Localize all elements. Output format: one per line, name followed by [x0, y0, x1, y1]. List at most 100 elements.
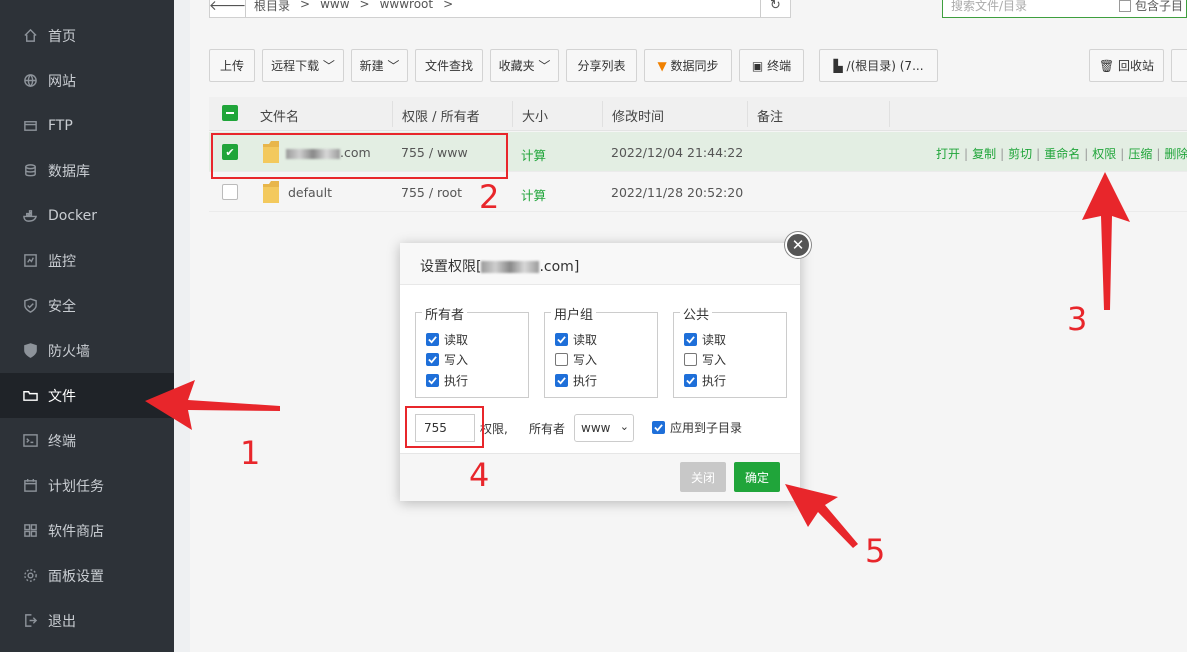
more-button[interactable]	[1171, 49, 1187, 82]
action-rename[interactable]: 重命名	[1044, 147, 1080, 161]
column-divider	[747, 101, 748, 127]
sidebar-item-database[interactable]: 数据库	[0, 148, 174, 193]
apply-subdir-label: 应用到子目录	[670, 421, 743, 435]
sidebar-item-home[interactable]: 首页	[0, 13, 174, 58]
select-all-checkbox[interactable]	[222, 105, 238, 121]
sidebar-item-docker[interactable]: Docker	[0, 193, 174, 238]
checkbox-label: 读取	[702, 333, 727, 347]
search-input[interactable]: 搜索文件/目录 包含子目	[942, 0, 1187, 18]
disk-button[interactable]: ▙ /(根目录) (7...	[819, 49, 938, 82]
owner-write-checkbox[interactable]: 写入	[426, 351, 468, 368]
recycle-bin-button[interactable]: 🗑 回收站	[1089, 49, 1164, 82]
new-button[interactable]: 新建 ﹀	[351, 49, 408, 82]
include-subdir-label: 包含子目	[1135, 0, 1184, 13]
apps-icon	[22, 523, 38, 539]
folder-icon	[22, 388, 38, 404]
remote-download-label: 远程下载	[271, 59, 320, 73]
sidebar-item-monitor[interactable]: 监控	[0, 238, 174, 283]
include-subdir-checkbox[interactable]: 包含子目	[1119, 0, 1183, 14]
back-button[interactable]: 🡐	[209, 0, 246, 17]
sidebar-item-ftp[interactable]: FTP	[0, 103, 174, 148]
file-name[interactable]: default	[288, 185, 332, 200]
dialog-close-button[interactable]: ✕	[785, 232, 811, 258]
separator: |	[1156, 147, 1161, 161]
checkbox-checked-icon	[555, 333, 568, 346]
sidebar-item-files[interactable]: 文件	[0, 373, 174, 418]
checkbox-checked-icon	[652, 421, 665, 434]
sidebar-item-settings[interactable]: 面板设置	[0, 553, 174, 598]
checkbox-label: 写入	[573, 353, 598, 367]
crumb-wwwroot[interactable]: wwwroot	[380, 0, 434, 14]
remote-download-button[interactable]: 远程下载 ﹀	[262, 49, 344, 82]
sidebar-item-firewall[interactable]: 防火墙	[0, 328, 174, 373]
file-search-button[interactable]: 文件查找	[415, 49, 483, 82]
dialog-title-suffix: .com]	[539, 259, 580, 275]
owner-read-checkbox[interactable]: 读取	[426, 331, 468, 348]
header-name[interactable]: 文件名	[260, 106, 299, 125]
owner-select[interactable]: www ⌄	[574, 414, 634, 442]
data-sync-button[interactable]: ▼ 数据同步	[644, 49, 732, 82]
group-write-checkbox[interactable]: 写入	[555, 351, 597, 368]
sidebar-item-terminal[interactable]: 终端	[0, 418, 174, 463]
close-button[interactable]: 关闭	[680, 462, 726, 492]
sidebar-item-store[interactable]: 软件商店	[0, 508, 174, 553]
header-permission[interactable]: 权限 / 所有者	[402, 106, 480, 125]
row-checkbox[interactable]	[222, 184, 238, 200]
public-exec-checkbox[interactable]: 执行	[684, 372, 726, 389]
separator: |	[964, 147, 969, 161]
permission-owner[interactable]: 755 / root	[401, 185, 462, 200]
header-note[interactable]: 备注	[757, 106, 783, 125]
owner-select-value: www	[581, 421, 611, 435]
sidebar-item-website[interactable]: 网站	[0, 58, 174, 103]
chevron-down-icon: ﹀	[383, 59, 400, 73]
sidebar-item-logout[interactable]: 退出	[0, 598, 174, 643]
action-copy[interactable]: 复制	[972, 147, 996, 161]
chevron-down-icon: ﹀	[534, 59, 551, 73]
refresh-button[interactable]: ↻	[760, 0, 790, 17]
public-read-checkbox[interactable]: 读取	[684, 331, 726, 348]
logout-icon	[22, 613, 38, 629]
column-divider	[392, 101, 393, 127]
refresh-icon: ↻	[770, 0, 781, 13]
action-compress[interactable]: 压缩	[1128, 147, 1152, 161]
terminal-button[interactable]: ▣ 终端	[739, 49, 804, 82]
action-delete[interactable]: 删除	[1164, 147, 1187, 161]
gear-icon	[22, 568, 38, 584]
checkbox-unchecked-icon	[555, 353, 568, 366]
sidebar-item-label: FTP	[48, 117, 73, 134]
group-label: 所有者	[422, 304, 468, 323]
action-cut[interactable]: 剪切	[1008, 147, 1032, 161]
owner-label: 所有者	[529, 422, 566, 436]
public-write-checkbox[interactable]: 写入	[684, 351, 726, 368]
share-list-button[interactable]: 分享列表	[566, 49, 637, 82]
header-modified-time[interactable]: 修改时间	[612, 106, 664, 125]
action-open[interactable]: 打开	[936, 147, 960, 161]
crumb-www[interactable]: www	[320, 0, 349, 14]
modified-time: 2022/12/04 21:44:22	[611, 145, 744, 160]
annotation-number-2: 2	[479, 178, 500, 216]
chevron-down-icon: ﹀	[319, 59, 335, 73]
public-permission-group: 公共 读取 写入 执行	[673, 304, 787, 398]
path-bar: 🡐 根目录 > www > wwwroot > ↻	[209, 0, 791, 18]
crumb-root[interactable]: 根目录	[254, 0, 290, 14]
owner-exec-checkbox[interactable]: 执行	[426, 372, 468, 389]
upload-button[interactable]: 上传	[209, 49, 255, 82]
calculate-size-link[interactable]: 计算	[521, 145, 546, 164]
chevron-down-icon: ⌄	[619, 420, 629, 433]
confirm-button[interactable]: 确定	[734, 462, 780, 492]
action-permission[interactable]: 权限	[1092, 147, 1116, 161]
group-exec-checkbox[interactable]: 执行	[555, 372, 597, 389]
sidebar-item-label: 软件商店	[48, 523, 104, 540]
header-size[interactable]: 大小	[522, 106, 548, 125]
group-read-checkbox[interactable]: 读取	[555, 331, 597, 348]
sidebar-item-security[interactable]: 安全	[0, 283, 174, 328]
sidebar-item-label: 网站	[48, 73, 76, 90]
calculate-size-link[interactable]: 计算	[521, 185, 546, 204]
folder-icon	[263, 181, 279, 203]
favorites-button[interactable]: 收藏夹 ﹀	[490, 49, 559, 82]
sidebar-item-label: Docker	[48, 207, 98, 224]
sidebar-item-cron[interactable]: 计划任务	[0, 463, 174, 508]
checkbox-label: 写入	[702, 353, 727, 367]
calendar-icon	[22, 478, 38, 494]
apply-subdir-checkbox[interactable]: 应用到子目录	[652, 419, 742, 436]
